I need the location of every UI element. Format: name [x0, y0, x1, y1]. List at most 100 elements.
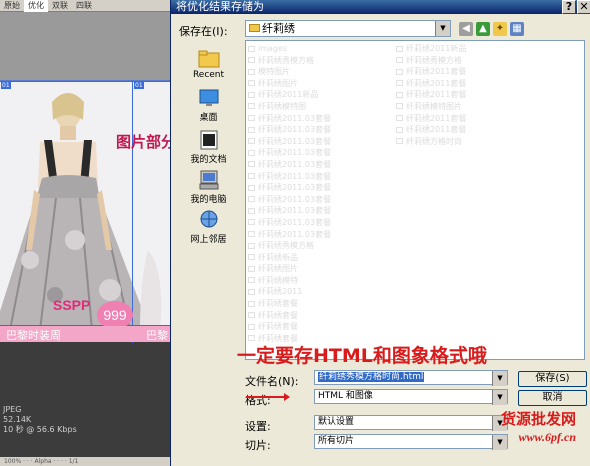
- slices-dropdown[interactable]: 所有切片 ▼: [314, 434, 508, 450]
- list-item[interactable]: 纤莉绣2011: [248, 286, 331, 298]
- list-item[interactable]: 纤莉绣秀模方格: [396, 55, 466, 67]
- list-item[interactable]: 纤莉绣套餐: [248, 310, 331, 322]
- settings-dropdown[interactable]: 默认设置 ▼: [314, 415, 508, 431]
- list-item[interactable]: 纤莉绣2011新品: [396, 43, 466, 55]
- list-item[interactable]: 纤莉绣2011.03套餐: [248, 194, 331, 206]
- place-label: 桌面: [199, 113, 218, 123]
- list-item[interactable]: 纤莉绣2011套餐: [396, 113, 466, 125]
- format-value: HTML 和图像: [318, 391, 373, 401]
- editor-bottom-bar: 100% · · · Alpha · · · · 1/1: [0, 457, 175, 466]
- list-item[interactable]: 纤莉绣套餐: [248, 321, 331, 333]
- place-label: Recent: [192, 70, 225, 80]
- list-item[interactable]: 纤莉绣2011套餐: [396, 78, 466, 90]
- site-watermark: 货源批发网 www.6pf.cn: [501, 410, 576, 446]
- save-in-label: 保存在(I):: [179, 25, 228, 38]
- save-in-dropdown[interactable]: 纤莉绣 ▼: [245, 20, 451, 37]
- place-desktop[interactable]: 桌面: [177, 88, 240, 123]
- list-item[interactable]: 纤莉绣2011套餐: [396, 66, 466, 78]
- current-folder-name: 纤莉绣: [262, 22, 295, 35]
- list-item[interactable]: 纤莉绣2011.03套餐: [248, 113, 331, 125]
- caption-left: 巴黎时装周: [6, 329, 61, 342]
- settings-label: 设置:: [245, 420, 271, 433]
- up-folder-icon[interactable]: ▲: [476, 22, 490, 36]
- list-item[interactable]: 纤莉绣2011套餐: [396, 89, 466, 101]
- list-item[interactable]: 纤莉绣2011新品: [248, 89, 331, 101]
- tab-optimized[interactable]: 优化: [24, 0, 48, 12]
- list-item[interactable]: 纤莉绣模特: [248, 275, 331, 287]
- recent-folder-icon: [198, 50, 219, 68]
- help-button[interactable]: ?: [562, 0, 576, 14]
- chevron-down-icon[interactable]: ▼: [492, 371, 507, 386]
- settings-value: 默认设置: [318, 417, 355, 427]
- slice-number-tag[interactable]: 01: [1, 82, 11, 89]
- save-button[interactable]: 保存(S): [518, 371, 587, 387]
- chevron-down-icon[interactable]: ▼: [435, 21, 450, 36]
- tab-4up[interactable]: 四联: [72, 0, 96, 12]
- background-editor: 原始 优化 双联 四联 01 01 图片部分 SSPP 999 巴黎时装周 巴黎…: [0, 0, 175, 466]
- promo-heading: 图片部分: [116, 133, 175, 151]
- list-item[interactable]: 纤莉绣新品: [248, 252, 331, 264]
- slice-guide: [132, 81, 133, 343]
- list-item[interactable]: 纤莉绣秀模方格: [248, 55, 331, 67]
- place-recent[interactable]: Recent: [177, 48, 240, 80]
- list-item[interactable]: 纤莉绣2011.03套餐: [248, 124, 331, 136]
- tab-2up[interactable]: 双联: [48, 0, 72, 12]
- design-canvas: 01 01 图片部分 SSPP 999 巴黎时装周 巴黎: [0, 80, 175, 343]
- tab-original[interactable]: 原始: [0, 0, 24, 12]
- list-item[interactable]: 纤莉绣套餐: [248, 298, 331, 310]
- slice-number-tag[interactable]: 01: [134, 82, 144, 89]
- list-item[interactable]: 纤莉绣图片: [248, 263, 331, 275]
- brand-logo: SSPP: [53, 297, 91, 313]
- list-item[interactable]: 纤莉绣2011.03套餐: [248, 159, 331, 171]
- list-item[interactable]: 纤莉绣秀模方格: [248, 240, 331, 252]
- canvas-grey-area: [0, 12, 175, 82]
- chevron-down-icon[interactable]: ▼: [492, 390, 507, 405]
- list-item[interactable]: 纤莉绣模特图片: [396, 101, 466, 113]
- back-icon[interactable]: ◀: [459, 22, 473, 36]
- slices-value: 所有切片: [318, 436, 355, 446]
- list-item[interactable]: 模特图片: [248, 66, 331, 78]
- pointer-arrow-icon: [246, 393, 290, 401]
- list-item[interactable]: 纤莉绣2011.03套餐: [248, 217, 331, 229]
- editor-tabs: 原始 优化 双联 四联: [0, 0, 175, 12]
- list-item[interactable]: 纤莉绣2011.03套餐: [248, 147, 331, 159]
- place-label: 我的电脑: [190, 195, 227, 205]
- list-item[interactable]: 纤莉绣2011套餐: [396, 124, 466, 136]
- save-optimized-dialog: 将优化结果存储为 ? ✕ 保存在(I): 纤莉绣 ▼ ◀ ▲ ✦ ▦ Recent 桌面…: [170, 0, 590, 466]
- dialog-title: 将优化结果存储为: [176, 0, 264, 13]
- list-item[interactable]: 纤莉绣图片: [248, 78, 331, 90]
- cancel-button[interactable]: 取消: [518, 390, 587, 406]
- dialog-toolbar: ◀ ▲ ✦ ▦: [459, 21, 527, 37]
- place-my-computer[interactable]: 我的电脑: [177, 170, 240, 205]
- list-item[interactable]: 纤莉绣2011.03套餐: [248, 171, 331, 183]
- list-item[interactable]: 纤莉绣2011.03套餐: [248, 205, 331, 217]
- list-item[interactable]: images: [248, 43, 331, 55]
- list-item[interactable]: 纤莉绣2011.03套餐: [248, 136, 331, 148]
- close-button[interactable]: ✕: [577, 0, 590, 14]
- new-folder-icon[interactable]: ✦: [493, 22, 507, 36]
- slice-guide: [0, 81, 175, 82]
- list-item[interactable]: 纤莉绣方格时尚: [396, 136, 466, 148]
- place-network[interactable]: 网上邻居: [177, 210, 240, 245]
- view-menu-icon[interactable]: ▦: [510, 22, 524, 36]
- watermark-url: www.6pf.cn: [518, 430, 577, 444]
- watermark-title: 货源批发网: [501, 410, 577, 428]
- list-item[interactable]: 纤莉绣2011.03套餐: [248, 229, 331, 241]
- filename-value: 纤莉绣秀模方格时尚.html: [318, 372, 425, 382]
- caption-bar: 巴黎时装周 巴黎: [0, 326, 175, 342]
- my-computer-icon: [199, 170, 218, 190]
- file-list[interactable]: images 纤莉绣秀模方格 模特图片 纤莉绣图片 纤莉绣2011新品 纤莉绣模…: [245, 40, 585, 360]
- price-badge: 999: [97, 301, 133, 329]
- place-my-documents[interactable]: 我的文档: [177, 130, 240, 165]
- format-dropdown[interactable]: HTML 和图像 ▼: [314, 389, 508, 405]
- filename-input[interactable]: 纤莉绣秀模方格时尚.html ▼: [314, 370, 508, 386]
- list-item[interactable]: 纤莉绣模特图: [248, 101, 331, 113]
- my-documents-icon: [200, 130, 217, 150]
- status-format: JPEG: [3, 405, 22, 414]
- optimize-status: JPEG 52.14K 10 秒 @ 56.6 Kbps: [0, 405, 175, 435]
- list-item[interactable]: 纤莉绣2011.03套餐: [248, 182, 331, 194]
- file-column: 纤莉绣2011新品 纤莉绣秀模方格 纤莉绣2011套餐 纤莉绣2011套餐 纤莉…: [396, 43, 466, 147]
- format-label: 格式:: [245, 394, 271, 407]
- desktop-icon: [199, 89, 218, 106]
- dialog-titlebar[interactable]: 将优化结果存储为 ? ✕: [171, 0, 590, 14]
